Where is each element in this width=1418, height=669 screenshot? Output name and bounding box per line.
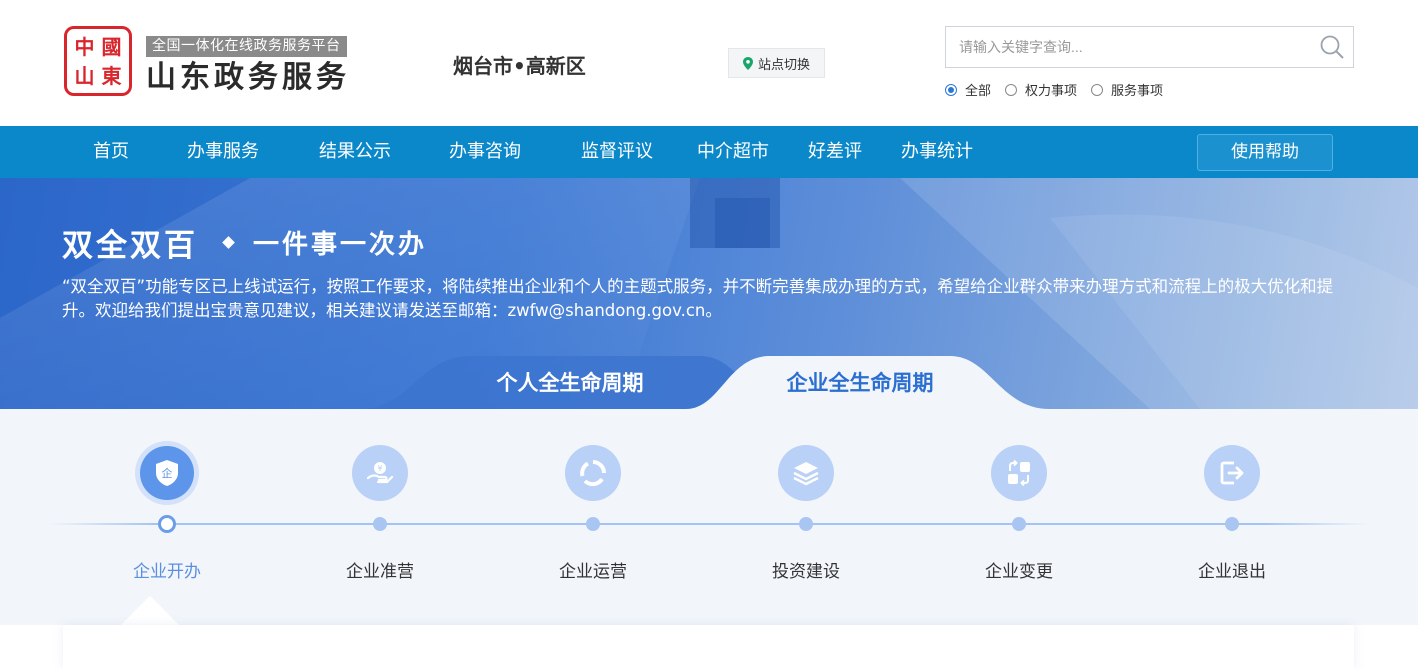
- help-button[interactable]: 使用帮助: [1197, 134, 1333, 171]
- timeline-node: [586, 517, 600, 531]
- nav-item-rating[interactable]: 好差评: [808, 126, 862, 178]
- stage-label: 企业开办: [133, 562, 201, 582]
- stage-label: 企业变更: [985, 562, 1053, 582]
- layers-icon: [778, 445, 834, 501]
- nav-item-results[interactable]: 结果公示: [319, 126, 391, 178]
- shield-icon-char: 企: [162, 466, 173, 480]
- stage-label: 投资建设: [772, 562, 840, 582]
- header: 中 國 山 東 全国一体化在线政务服务平台 山东政务服务 烟台市•高新区 站点切…: [0, 0, 1418, 126]
- search-input[interactable]: [946, 27, 1306, 67]
- banner-title: 双全双百 一件事一次办: [62, 220, 427, 265]
- active-stage-pointer: [121, 596, 179, 625]
- radio-service-items[interactable]: 服务事项: [1091, 80, 1163, 99]
- radio-label: 权力事项: [1025, 84, 1078, 99]
- logo-seal[interactable]: 中 國 山 東: [64, 26, 132, 96]
- station-switch-button[interactable]: 站点切换: [728, 48, 825, 78]
- seal-char: 國: [101, 35, 122, 59]
- platform-tag: 全国一体化在线政务服务平台: [146, 36, 347, 57]
- radio-label: 服务事项: [1111, 84, 1164, 99]
- timeline-node: [373, 517, 387, 531]
- diamond-separator-icon: [222, 236, 235, 249]
- station-switch-label: 站点切换: [757, 57, 810, 73]
- current-city: 烟台市•高新区: [453, 54, 586, 78]
- seal-char: 中: [74, 35, 95, 59]
- radio-unchecked-icon[interactable]: [1005, 83, 1018, 96]
- nav-item-services[interactable]: 办事服务: [187, 126, 259, 178]
- radio-checked-icon[interactable]: [945, 83, 957, 96]
- search-scope-radios: 全部 权力事项 服务事项: [945, 80, 1163, 99]
- search-icon[interactable]: [1319, 34, 1345, 60]
- swap-blocks-icon: [991, 445, 1047, 501]
- nav-item-agency-market[interactable]: 中介超市: [697, 126, 769, 178]
- stage-label: 企业退出: [1198, 562, 1266, 582]
- nav-item-home[interactable]: 首页: [93, 126, 129, 178]
- location-pin-icon: [742, 57, 753, 70]
- radio-all[interactable]: 全部: [945, 80, 991, 99]
- timeline-node: [799, 517, 813, 531]
- banner-description: “双全双百”功能专区已上线试运行，按照工作要求，将陆续推出企业和个人的主题式服务…: [62, 277, 1334, 320]
- hand-coin-icon: ¥: [352, 445, 408, 501]
- timeline-node: [1225, 517, 1239, 531]
- banner-title-main: 双全双百: [62, 228, 198, 264]
- seal-char: 東: [101, 64, 122, 88]
- banner-title-sub: 一件事一次办: [253, 230, 428, 260]
- seal-char: 山: [74, 64, 95, 88]
- cycle-icon: [565, 445, 621, 501]
- timeline-track: [48, 523, 1370, 525]
- radio-power-items[interactable]: 权力事项: [1005, 80, 1077, 99]
- timeline-node: [1012, 517, 1026, 531]
- stage-label: 企业运营: [559, 562, 627, 582]
- radio-label: 全部: [965, 84, 992, 99]
- tab-enterprise-lifecycle[interactable]: 企业全生命周期: [760, 364, 960, 402]
- radio-unchecked-icon[interactable]: [1091, 83, 1104, 96]
- nav-item-consult[interactable]: 办事咨询: [449, 126, 521, 178]
- site-title[interactable]: 山东政务服务: [146, 60, 350, 96]
- nav-item-statistics[interactable]: 办事统计: [901, 126, 973, 178]
- shield-icon: 企: [156, 460, 178, 486]
- main-nav: 首页 办事服务 结果公示 办事咨询 监督评议 中介超市 好差评 办事统计 使用帮…: [0, 126, 1418, 178]
- timeline-node: [158, 515, 176, 533]
- stage-label: 企业准营: [346, 562, 414, 582]
- enterprise-lifecycle-stages: 企 企业开办 ¥ 企业准营 企业运营 投资建设 企业变更 企业退出: [0, 409, 1418, 625]
- search-box: [945, 26, 1354, 68]
- svg-text:¥: ¥: [377, 464, 382, 473]
- nav-item-supervision[interactable]: 监督评议: [581, 126, 653, 178]
- tab-personal-lifecycle[interactable]: 个人全生命周期: [470, 364, 670, 402]
- banner: 双全双百 一件事一次办 “双全双百”功能专区已上线试运行，按照工作要求，将陆续推…: [0, 178, 1418, 409]
- stage-icon-circle: 企: [135, 441, 199, 505]
- stage-content-panel: [63, 625, 1354, 669]
- exit-icon: [1204, 445, 1260, 501]
